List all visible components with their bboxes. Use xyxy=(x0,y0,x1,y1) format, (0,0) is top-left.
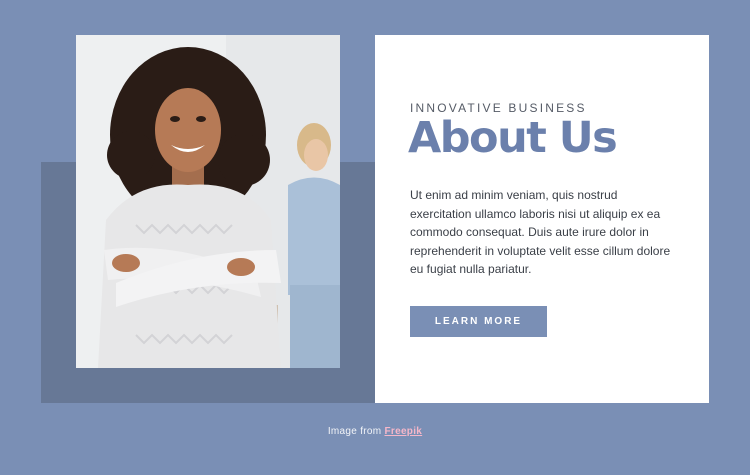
image-credit: Image from Freepik xyxy=(0,426,750,437)
freepik-link[interactable]: Freepik xyxy=(384,426,422,437)
section-body-text: Ut enim ad minim veniam, quis nostrud ex… xyxy=(410,188,671,277)
about-card: INNOVATIVE BUSINESS About Us Ut enim ad … xyxy=(375,35,709,403)
learn-more-button[interactable]: LEARN MORE xyxy=(410,306,547,337)
hero-photo xyxy=(76,35,340,368)
image-credit-prefix: Image from xyxy=(327,426,385,437)
section-title: About Us xyxy=(408,113,618,163)
